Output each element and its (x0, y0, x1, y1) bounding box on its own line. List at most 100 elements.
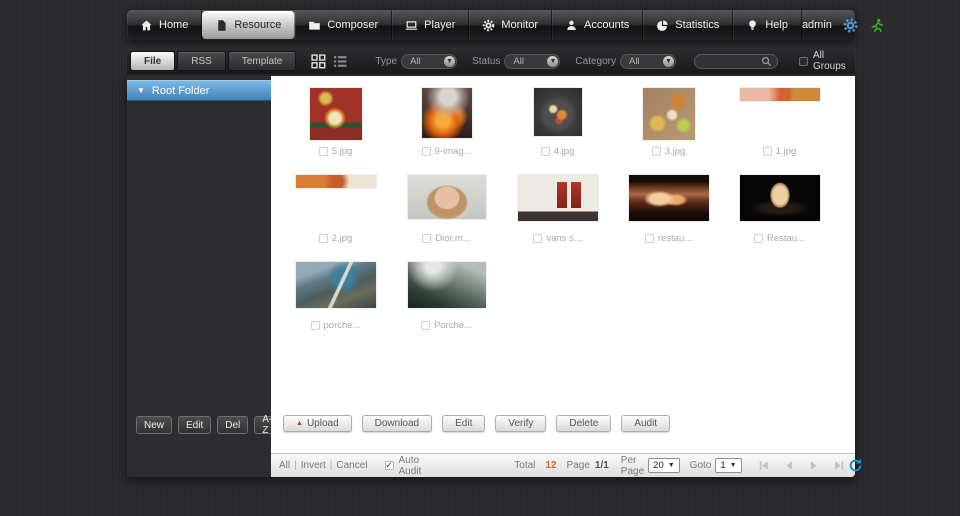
verify-button[interactable]: Verify (495, 415, 546, 432)
file-thumbnail-egg-black[interactable] (740, 175, 820, 221)
edit-folder-button[interactable]: Edit (178, 416, 211, 434)
audit-button[interactable]: Audit (621, 415, 670, 432)
search-icon[interactable] (761, 56, 772, 67)
file-thumbnail-coast-bridge[interactable] (296, 262, 376, 308)
file-cell[interactable]: porche... (280, 262, 391, 349)
file-thumbnail-food-pan[interactable] (534, 88, 582, 136)
view-mode-switch (311, 54, 348, 69)
file-checkbox[interactable] (421, 321, 430, 330)
file-checkbox[interactable] (541, 147, 550, 156)
nav-item-home[interactable]: Home (127, 10, 202, 40)
file-cell[interactable]: 2.jpg (280, 175, 391, 262)
file-caption: vans s... (502, 233, 613, 244)
nav-item-help[interactable]: Help (733, 10, 802, 40)
page-value: 1/1 (595, 460, 609, 471)
chevron-down-icon: ▼ (547, 56, 558, 67)
edit-button[interactable]: Edit (442, 415, 485, 432)
list-view-icon[interactable] (333, 54, 348, 69)
new-folder-button[interactable]: New (136, 416, 172, 434)
file-cell[interactable]: 5.jpg (280, 88, 391, 175)
select-cancel-link[interactable]: Cancel (336, 460, 367, 471)
file-cell[interactable]: vans s... (502, 175, 613, 262)
upload-button[interactable]: ▲Upload (283, 415, 352, 432)
file-thumbnail-sambal-promo[interactable] (310, 88, 362, 140)
lightbulb-icon (746, 19, 759, 32)
nav-item-monitor[interactable]: Monitor (469, 10, 552, 40)
file-action-buttons: ▲Upload Download Edit Verify Delete Audit (283, 415, 670, 432)
file-caption: 4.jpg (502, 146, 613, 157)
tab-template[interactable]: Template (228, 51, 297, 71)
filter-group-type: TypeAll▼ (375, 54, 457, 69)
nav-item-composer[interactable]: Composer (295, 10, 392, 40)
filter-groups: TypeAll▼StatusAll▼CategoryAll▼ (375, 54, 676, 69)
logout-runner-icon[interactable] (869, 18, 884, 33)
file-checkbox[interactable] (754, 234, 763, 243)
delete-button[interactable]: Delete (556, 415, 611, 432)
file-thumbnail-woman-video[interactable] (408, 175, 486, 219)
del-folder-button[interactable]: Del (217, 416, 248, 434)
tab-rss[interactable]: RSS (177, 51, 226, 71)
status-dropdown[interactable]: All▼ (504, 54, 560, 69)
file-cell[interactable]: 4.jpg (502, 88, 613, 175)
file-thumbnail-table-food[interactable] (643, 88, 695, 140)
file-checkbox[interactable] (319, 147, 328, 156)
file-cell[interactable]: restau... (613, 175, 724, 262)
nav-item-accounts[interactable]: Accounts (552, 10, 643, 40)
file-thumbnail-banner-teal[interactable] (740, 88, 820, 101)
auto-audit-checkbox[interactable]: ✓ (385, 461, 394, 470)
file-thumbnail-banner-pink-blue[interactable] (296, 175, 376, 188)
grid-view-icon[interactable] (311, 54, 326, 69)
nav-item-label: Monitor (501, 19, 538, 31)
file-thumbnail-flame[interactable] (422, 88, 472, 138)
file-checkbox[interactable] (763, 147, 772, 156)
file-thumbnail-red-shoes[interactable] (518, 175, 598, 221)
nav-item-resource[interactable]: Resource (202, 11, 295, 39)
file-checkbox[interactable] (422, 234, 431, 243)
file-cell[interactable]: Dior.m... (391, 175, 502, 262)
file-checkbox[interactable] (319, 234, 328, 243)
file-cell[interactable]: Restau... (724, 175, 835, 262)
home-icon (140, 19, 153, 32)
goto-page-select[interactable]: 1 ▼ (715, 458, 741, 473)
tab-file[interactable]: File (130, 51, 175, 71)
settings-gear-icon[interactable] (843, 18, 858, 33)
file-caption: Porche... (391, 320, 502, 331)
file-checkbox[interactable] (311, 321, 320, 330)
collapse-triangle-icon[interactable]: ▼ (137, 87, 145, 95)
nav-item-player[interactable]: Player (392, 10, 469, 40)
file-thumbnail-restaurant-warm[interactable] (629, 175, 709, 221)
chevron-down-icon: ▼ (668, 462, 675, 469)
last-page-icon[interactable] (831, 459, 848, 473)
file-checkbox[interactable] (422, 147, 431, 156)
nav-item-label: Statistics (675, 19, 719, 31)
type-dropdown[interactable]: All▼ (401, 54, 457, 69)
nav-item-statistics[interactable]: Statistics (643, 10, 733, 40)
first-page-icon[interactable] (756, 459, 773, 473)
filter-group-category: CategoryAll▼ (575, 54, 676, 69)
per-page-select[interactable]: 20 ▼ (648, 458, 680, 473)
sidebar-item-root-folder[interactable]: ▼ Root Folder (127, 80, 271, 101)
file-cell[interactable]: Porche... (391, 262, 502, 349)
all-groups-checkbox[interactable] (799, 57, 808, 66)
refresh-icon[interactable] (848, 458, 863, 473)
category-dropdown[interactable]: All▼ (620, 54, 676, 69)
app-window: HomeResourceComposer Player Monitor Account… (127, 10, 855, 477)
file-checkbox[interactable] (652, 147, 661, 156)
root-folder-label: Root Folder (152, 85, 209, 97)
file-name: restau... (658, 233, 692, 244)
file-cell[interactable]: 9-imag... (391, 88, 502, 175)
file-cell[interactable]: 1.jpg (724, 88, 835, 175)
prev-page-icon[interactable] (781, 459, 798, 473)
file-checkbox[interactable] (645, 234, 654, 243)
nav-item-label: Player (424, 19, 455, 31)
search-input[interactable] (702, 55, 761, 68)
file-caption: 3.jpg (613, 146, 724, 157)
next-page-icon[interactable] (806, 459, 823, 473)
file-thumbnail-misty-hill[interactable] (408, 262, 486, 308)
select-all-link[interactable]: All (279, 460, 290, 471)
file-name: 3.jpg (665, 146, 686, 157)
select-invert-link[interactable]: Invert (301, 460, 326, 471)
download-button[interactable]: Download (362, 415, 432, 432)
file-cell[interactable]: 3.jpg (613, 88, 724, 175)
file-checkbox[interactable] (533, 234, 542, 243)
